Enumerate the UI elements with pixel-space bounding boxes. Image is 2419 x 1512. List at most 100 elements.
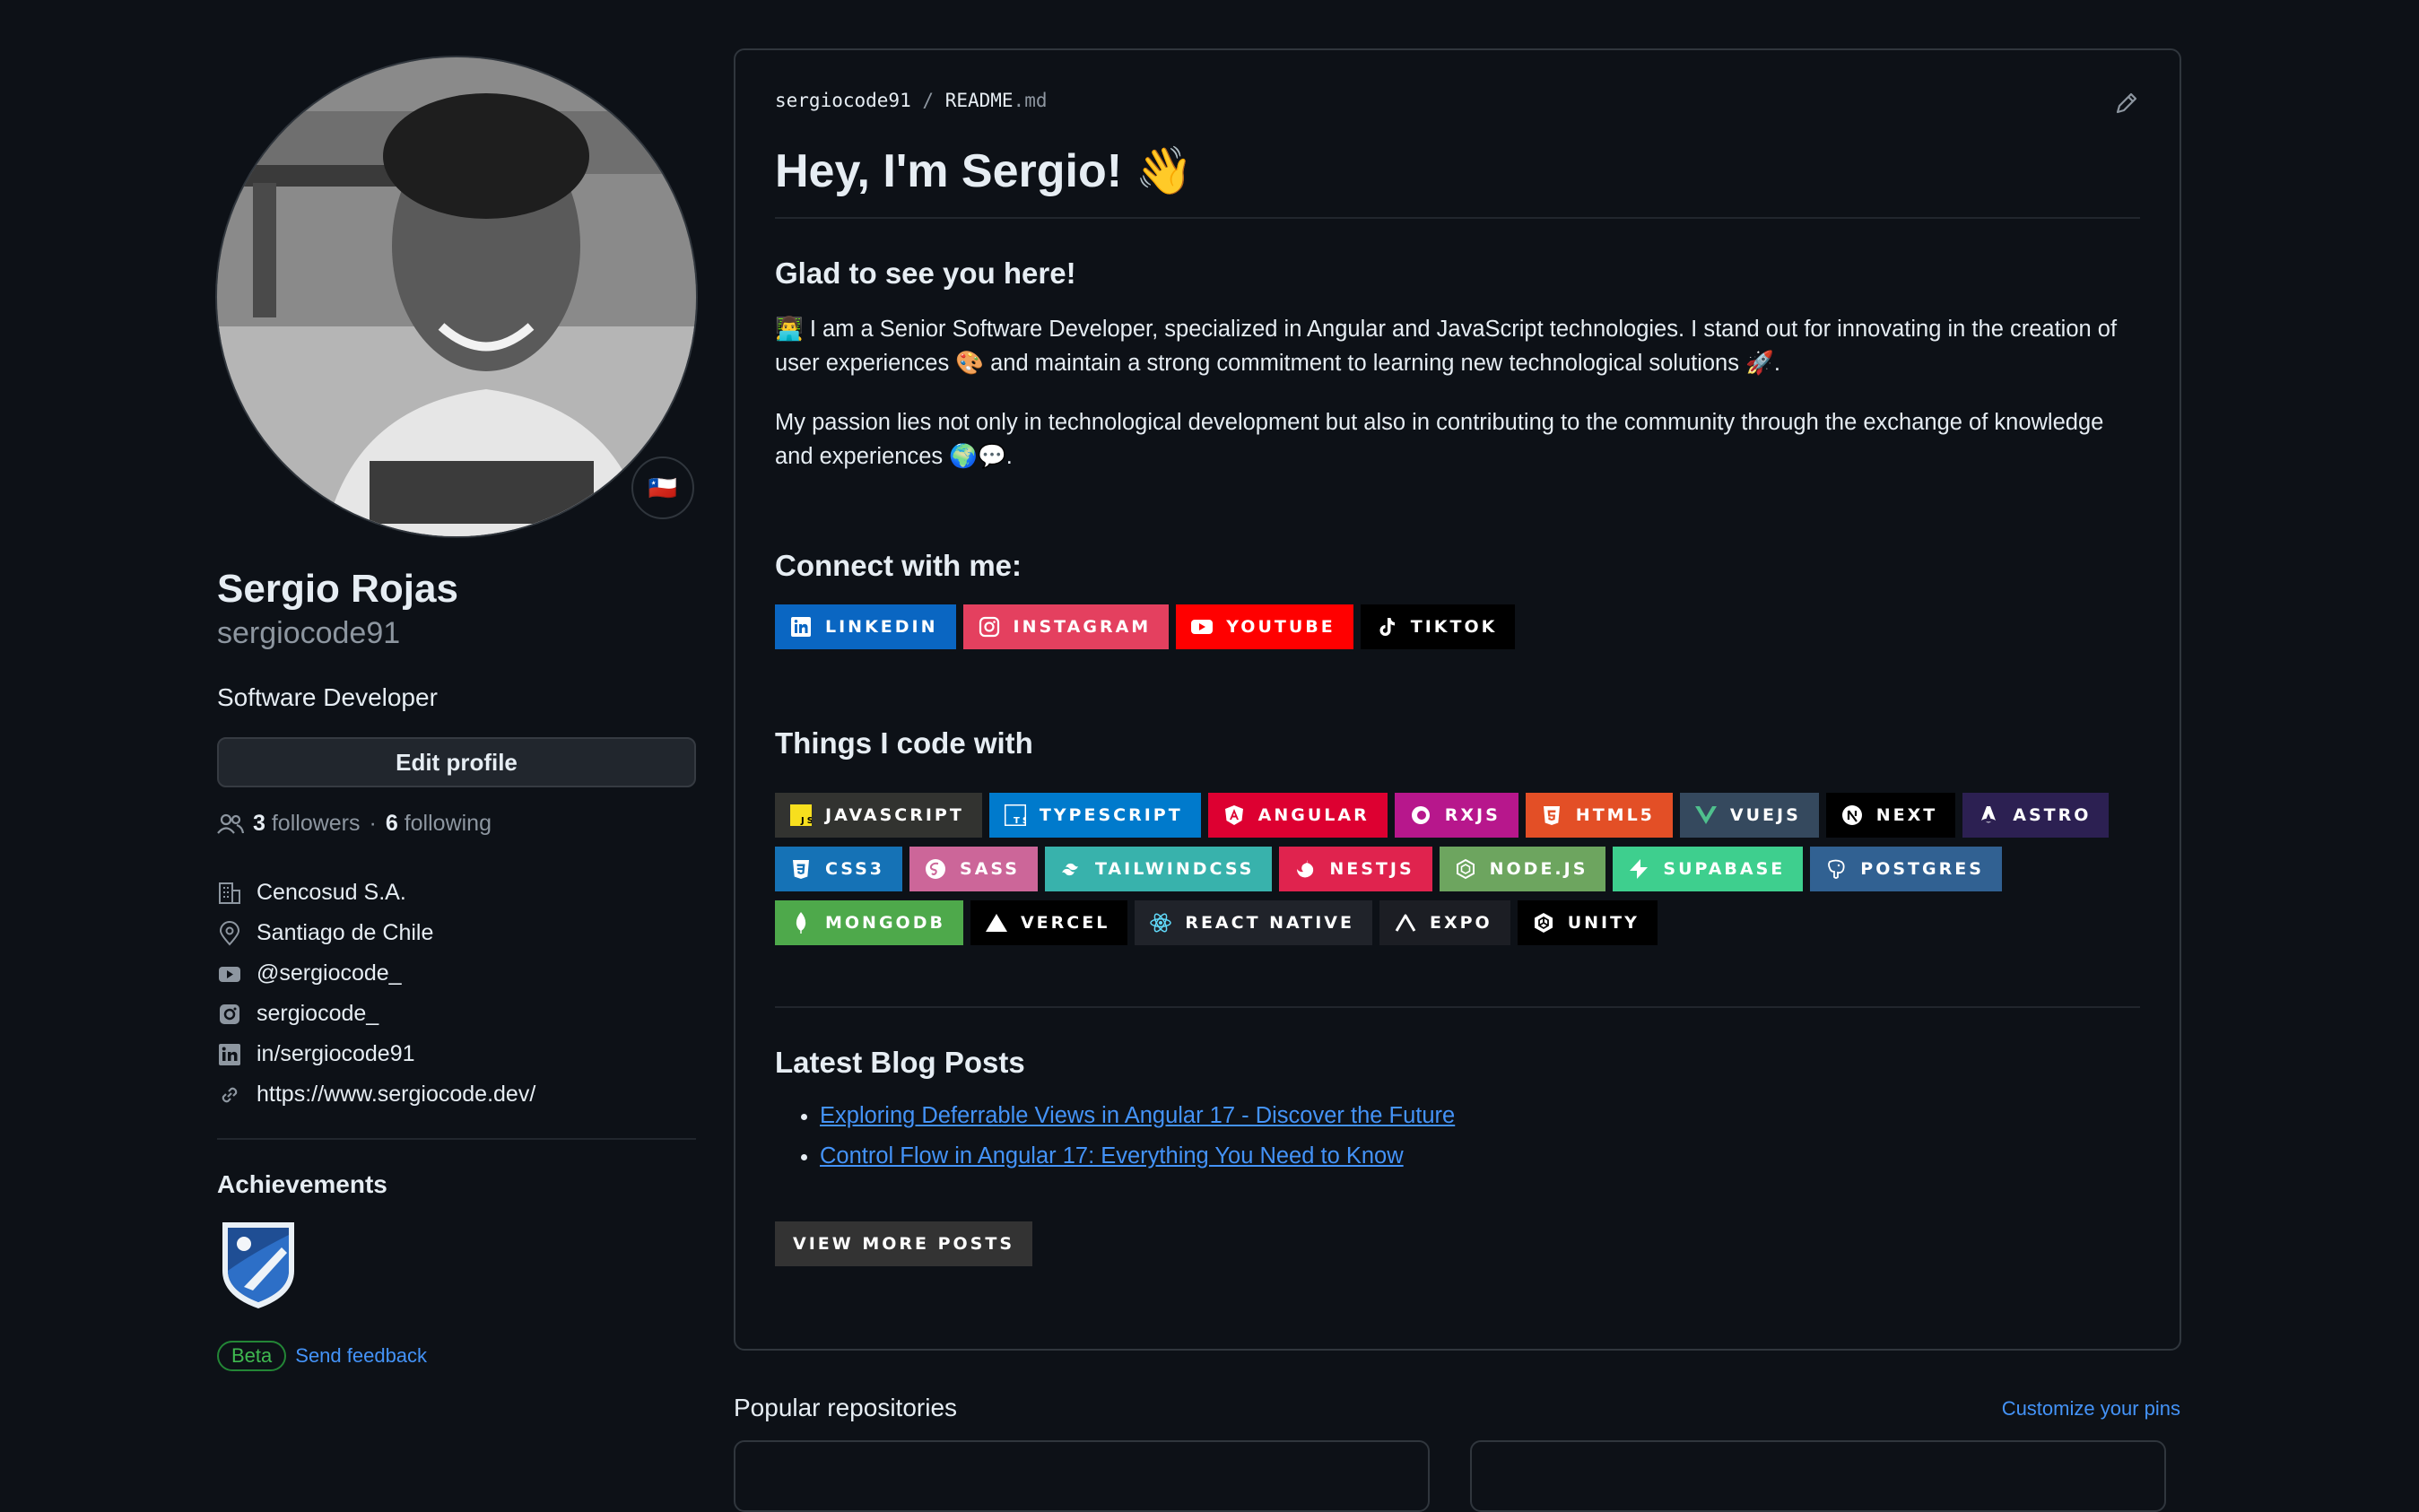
location-item: Santiago de Chile: [217, 913, 696, 953]
css3-badge[interactable]: CSS3: [775, 847, 903, 891]
status-emoji[interactable]: 🇨🇱: [631, 456, 694, 519]
achievements-feedback: Beta Send feedback: [217, 1341, 696, 1371]
rxjs-badge[interactable]: RXJS: [1394, 793, 1518, 838]
vue-icon: [1694, 804, 1718, 827]
chile-flag-icon: 🇨🇱: [648, 474, 678, 501]
sass-icon: [924, 857, 947, 881]
glad-heading: Glad to see you here!: [775, 256, 1076, 290]
avatar[interactable]: [217, 57, 696, 536]
nestjs-icon: [1293, 857, 1317, 881]
popular-repos-title: Popular repositories: [734, 1394, 958, 1421]
typescript-badge[interactable]: TSTYPESCRIPT: [988, 793, 1201, 838]
readme-heading: Hey, I'm Sergio! 👋: [775, 140, 2140, 219]
arctic-code-vault-icon: [222, 1222, 294, 1308]
achievement-badge[interactable]: [217, 1217, 300, 1310]
tailwindcss-badge[interactable]: TAILWINDCSS: [1044, 847, 1273, 891]
view-more-posts-button[interactable]: VIEW MORE POSTS: [775, 1221, 1033, 1266]
company-item: Cencosud S.A.: [217, 873, 696, 913]
beta-badge: Beta: [217, 1341, 287, 1371]
blog-post-link[interactable]: Control Flow in Angular 17: Everything Y…: [820, 1143, 1404, 1169]
avatar-container: 🇨🇱: [217, 57, 696, 536]
website-item: https://www.sergiocode.dev/: [217, 1074, 696, 1115]
tech-badges: JSJAVASCRIPT TSTYPESCRIPT ANGULAR RXJS H…: [775, 793, 2129, 945]
youtube-item: @sergiocode_: [217, 953, 696, 994]
customize-pins-link[interactable]: Customize your pins: [2002, 1397, 2180, 1421]
location-text: Santiago de Chile: [257, 920, 434, 945]
linkedin-icon: [219, 1043, 240, 1065]
readme-file[interactable]: README: [945, 90, 1014, 111]
next-badge[interactable]: NEXT: [1825, 793, 1956, 838]
vuejs-badge[interactable]: VUEJS: [1679, 793, 1819, 838]
people-icon: [217, 813, 244, 834]
profile-username: sergiocode91: [217, 616, 401, 650]
javascript-icon: JS: [789, 804, 813, 827]
expo-badge[interactable]: EXPO: [1379, 900, 1510, 945]
readme-path: sergiocode91 / README.md: [775, 90, 2140, 111]
sidebar-divider: [217, 1138, 696, 1140]
follow-stats: 3 followers · 6 following: [217, 811, 696, 837]
instagram-item: sergiocode_: [217, 994, 696, 1034]
profile-sidebar: 🇨🇱 Sergio Rojas sergiocode91 Software De…: [217, 57, 696, 1371]
react-native-badge[interactable]: REACT NATIVE: [1135, 900, 1372, 945]
instagram-badge[interactable]: INSTAGRAM: [962, 604, 1170, 649]
linkedin-icon: [789, 615, 813, 639]
sass-badge[interactable]: SASS: [909, 847, 1038, 891]
repo-card[interactable]: [734, 1440, 1430, 1512]
astro-badge[interactable]: ASTRO: [1962, 793, 2110, 838]
edit-profile-button[interactable]: Edit profile: [217, 737, 696, 787]
company-name: Cencosud S.A.: [257, 880, 406, 905]
organization-icon: [219, 882, 240, 904]
unity-badge[interactable]: UNITY: [1517, 900, 1658, 945]
avatar-photo: [217, 57, 696, 536]
mongodb-icon: [789, 911, 813, 934]
youtube-icon: [1190, 615, 1214, 639]
supabase-badge[interactable]: SUPABASE: [1613, 847, 1804, 891]
blog-heading: Latest Blog Posts: [775, 1046, 1025, 1079]
rxjs-icon: [1409, 804, 1432, 827]
blog-post-list: Exploring Deferrable Views in Angular 17…: [775, 1096, 2140, 1177]
following-link[interactable]: 6 following: [386, 811, 492, 837]
passion-paragraph: My passion lies not only in technologica…: [775, 410, 2104, 469]
javascript-badge[interactable]: JSJAVASCRIPT: [775, 793, 982, 838]
postgresql-icon: [1824, 857, 1848, 881]
linkedin-link[interactable]: in/sergiocode91: [257, 1041, 415, 1067]
supabase-icon: [1627, 857, 1650, 881]
nodejs-badge[interactable]: NODE.JS: [1439, 847, 1606, 891]
unity-icon: [1532, 911, 1555, 934]
mongodb-badge[interactable]: MONGODB: [775, 900, 963, 945]
tiktok-badge[interactable]: TIKTOK: [1360, 604, 1516, 649]
repo-card[interactable]: [1470, 1440, 2166, 1512]
intro-paragraph: 👨‍💻 I am a Senior Software Developer, sp…: [775, 317, 2118, 376]
social-badges: LINKEDIN INSTAGRAM YOUTUBE TIKTOK: [775, 604, 2140, 649]
html5-badge[interactable]: HTML5: [1525, 793, 1673, 838]
profile-readme: sergiocode91 / README.md Hey, I'm Sergio…: [734, 48, 2181, 1351]
readme-owner[interactable]: sergiocode91: [775, 90, 911, 111]
website-link[interactable]: https://www.sergiocode.dev/: [257, 1082, 535, 1108]
youtube-link[interactable]: @sergiocode_: [257, 960, 402, 986]
tailwind-icon: [1059, 857, 1083, 881]
link-icon: [222, 1087, 238, 1102]
list-item: Control Flow in Angular 17: Everything Y…: [820, 1136, 2140, 1177]
react-icon: [1149, 911, 1172, 934]
postgres-badge[interactable]: POSTGRES: [1810, 847, 2002, 891]
nodejs-icon: [1454, 857, 1477, 881]
instagram-icon: [220, 1004, 239, 1024]
linkedin-badge[interactable]: LINKEDIN: [775, 604, 956, 649]
typescript-icon: TS: [1004, 804, 1027, 827]
path-separator: /: [922, 90, 935, 111]
readme-file-ext: .md: [1013, 90, 1048, 111]
profile-bio: Software Developer: [217, 683, 438, 711]
angular-badge[interactable]: ANGULAR: [1207, 793, 1388, 838]
linkedin-item: in/sergiocode91: [217, 1034, 696, 1074]
followers-link[interactable]: 3 followers: [253, 811, 361, 837]
send-feedback-link[interactable]: Send feedback: [295, 1344, 427, 1368]
angular-icon: [1223, 804, 1246, 827]
tiktok-icon: [1375, 615, 1398, 639]
instagram-link[interactable]: sergiocode_: [257, 1001, 379, 1027]
pencil-icon[interactable]: [2113, 90, 2140, 117]
vercel-badge[interactable]: VERCEL: [970, 900, 1128, 945]
location-pin-icon: [219, 920, 240, 945]
nestjs-badge[interactable]: NESTJS: [1279, 847, 1432, 891]
blog-post-link[interactable]: Exploring Deferrable Views in Angular 17…: [820, 1103, 1455, 1128]
youtube-badge[interactable]: YOUTUBE: [1176, 604, 1353, 649]
